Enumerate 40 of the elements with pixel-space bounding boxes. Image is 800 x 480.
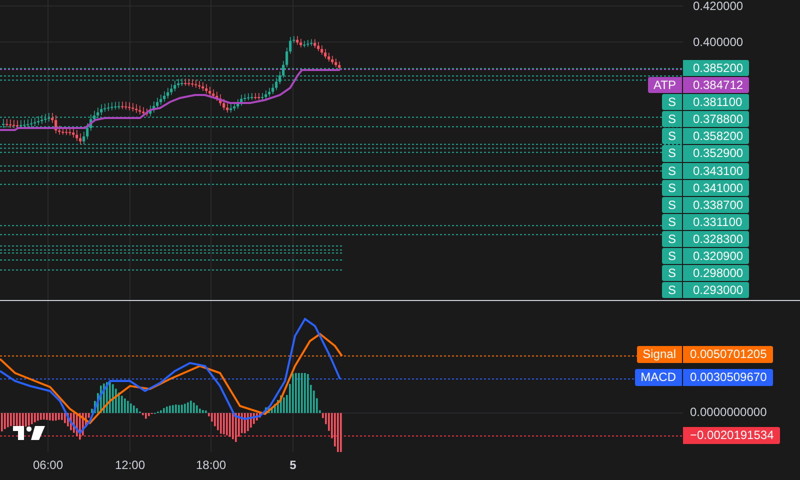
price-label: 0.381100 (683, 94, 750, 110)
price-label: 0.384712 (683, 77, 750, 94)
price-label: 0.320900 (683, 248, 750, 264)
price-label: 0.341000 (683, 180, 750, 196)
price-label: 0.352900 (683, 145, 750, 162)
price-tag: S (662, 265, 682, 282)
price-tag: S (662, 214, 682, 230)
price-tag: S (662, 94, 682, 110)
price-label: 0.293000 (683, 282, 750, 298)
price-label: 0.338700 (683, 196, 750, 213)
indicator-value-label: 0.0000000000 (689, 404, 768, 421)
logo-icon (13, 426, 45, 440)
price-label: 0.328300 (683, 230, 750, 248)
time-label: 18:00 (196, 458, 226, 472)
indicator-value-label: 0.0050701205 (683, 346, 773, 363)
price-tag: S (662, 248, 682, 264)
indicator-value-label: −0.0020191534 (683, 427, 780, 444)
indicator-tag: MACD (634, 369, 682, 386)
indicator-tag: Signal (636, 346, 682, 363)
price-label: 0.385200 (683, 60, 750, 76)
price-tick-label: 0.420000 (692, 0, 744, 13)
price-label: 0.378800 (683, 111, 750, 128)
price-tag: S (662, 162, 682, 179)
time-label: 06:00 (32, 458, 64, 472)
time-label: 5 (290, 458, 296, 472)
price-tag: ATP (648, 77, 682, 94)
price-tag: S (662, 230, 682, 248)
price-tag: S (662, 196, 682, 213)
price-tag: S (662, 180, 682, 196)
price-label: 0.298000 (683, 265, 750, 282)
indicator-value-label: 0.0030509670 (683, 369, 773, 386)
price-label: 0.343100 (683, 162, 750, 179)
price-tag: S (662, 145, 682, 162)
price-tag: S (662, 111, 682, 128)
time-label: 12:00 (114, 458, 146, 472)
price-tag: S (662, 128, 682, 144)
price-tick-label: 0.400000 (692, 35, 744, 49)
price-label: 0.358200 (683, 128, 750, 144)
price-label: 0.331100 (683, 214, 750, 230)
price-tag: S (662, 282, 682, 298)
